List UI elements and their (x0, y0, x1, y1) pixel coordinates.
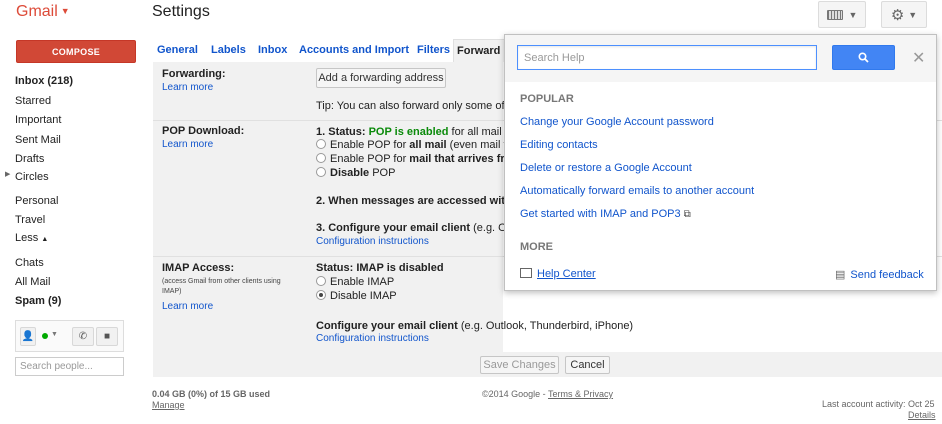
pop-configure-client: 3. Configure your email client (e.g. O (316, 222, 507, 234)
details-link[interactable]: Details (908, 410, 936, 420)
avatar[interactable]: 👤 (20, 327, 36, 346)
chevron-down-icon[interactable]: ▼ (51, 331, 58, 338)
radio-button-selected[interactable] (316, 290, 326, 300)
help-search-input[interactable] (517, 45, 817, 70)
imap-learn-more-link[interactable]: Learn more (162, 301, 213, 312)
tab-accounts-import[interactable]: Accounts and Import (299, 44, 409, 56)
help-center-link[interactable]: Help Center (520, 268, 596, 280)
nav-drafts[interactable]: Drafts (15, 153, 44, 165)
tab-filters[interactable]: Filters (417, 44, 450, 56)
search-icon (858, 52, 869, 63)
search-people-input[interactable] (15, 357, 124, 376)
tab-general[interactable]: General (157, 44, 198, 56)
nav-inbox[interactable]: Inbox (218) (15, 75, 73, 87)
pop-option-disable[interactable]: Disable POP (316, 167, 395, 179)
radio-button[interactable] (316, 276, 326, 286)
collapse-up-icon: ▲ (41, 236, 49, 243)
feedback-icon: ▤ (835, 269, 846, 281)
help-link-auto-forward[interactable]: Automatically forward emails to another … (520, 185, 754, 197)
help-header: ✕ (505, 35, 936, 82)
expand-arrow-icon[interactable]: ▶ (5, 170, 10, 178)
imap-option-enable[interactable]: Enable IMAP (316, 276, 394, 288)
help-center-icon (520, 268, 532, 278)
nav-less[interactable]: Less ▲ (15, 232, 48, 244)
forwarding-tip: Tip: You can also forward only some of y (316, 100, 514, 112)
send-feedback-link[interactable]: ▤ Send feedback (835, 268, 924, 281)
help-link-imap-pop3[interactable]: Get started with IMAP and POP3 ⧉ (520, 208, 691, 220)
chat-controls: 👤 ▼ ✆ ■ (15, 320, 124, 352)
pop-option-all-mail[interactable]: Enable POP for all mail (even mail th (316, 139, 513, 151)
imap-note: (access Gmail from other clients using I… (162, 278, 281, 295)
copyright: ©2014 Google - Terms & Privacy (482, 389, 614, 399)
help-link-change-password[interactable]: Change your Google Account password (520, 116, 714, 128)
input-tools-button[interactable]: ▼ (818, 1, 866, 28)
nav-chats[interactable]: Chats (15, 257, 44, 269)
radio-button[interactable] (316, 139, 326, 149)
help-link-delete-restore-account[interactable]: Delete or restore a Google Account (520, 162, 692, 174)
manage-storage-link[interactable]: Manage (152, 400, 185, 410)
tab-inbox[interactable]: Inbox (258, 44, 287, 56)
storage-usage: 0.04 GB (0%) of 15 GB used (152, 389, 271, 399)
help-search-button[interactable] (832, 45, 895, 70)
save-changes-button[interactable]: Save Changes (480, 356, 559, 374)
tab-labels[interactable]: Labels (211, 44, 246, 56)
nav-sent-mail[interactable]: Sent Mail (15, 134, 61, 146)
gear-icon: ⚙ (890, 6, 905, 24)
help-panel: ✕ POPULAR Change your Google Account pas… (504, 34, 937, 291)
nav-spam[interactable]: Spam (9) (15, 295, 61, 307)
chevron-down-icon: ▼ (848, 9, 858, 20)
help-popular-heading: POPULAR (520, 93, 574, 105)
pop-access-question: 2. When messages are accessed with (316, 195, 512, 207)
pop-learn-more-link[interactable]: Learn more (162, 139, 213, 150)
video-icon[interactable]: ■ (96, 327, 118, 346)
nav-travel[interactable]: Travel (15, 214, 45, 226)
compose-button[interactable]: COMPOSE (16, 40, 136, 63)
terms-privacy-link[interactable]: Terms & Privacy (548, 389, 613, 399)
tab-forwarding-pop-imap[interactable]: Forward (453, 39, 508, 62)
forwarding-learn-more-link[interactable]: Learn more (162, 82, 213, 93)
radio-button[interactable] (316, 167, 326, 177)
imap-option-disable[interactable]: Disable IMAP (316, 290, 397, 302)
help-link-editing-contacts[interactable]: Editing contacts (520, 139, 598, 151)
radio-button[interactable] (316, 153, 326, 163)
keyboard-icon (826, 9, 843, 20)
last-activity: Last account activity: Oct 25 (822, 399, 935, 409)
nav-starred[interactable]: Starred (15, 95, 51, 107)
chevron-down-icon: ▼ (60, 6, 70, 16)
status-online-icon[interactable] (42, 333, 48, 339)
imap-configure-client: Configure your email client (e.g. Outloo… (316, 320, 634, 332)
help-more-heading: MORE (520, 241, 553, 253)
add-forwarding-address-button[interactable]: Add a forwarding address (316, 68, 446, 88)
gmail-logo[interactable]: Gmail ▼ (16, 3, 70, 21)
close-icon[interactable]: ✕ (912, 48, 925, 68)
phone-icon[interactable]: ✆ (72, 327, 94, 346)
nav-important[interactable]: Important (15, 114, 61, 126)
imap-access-label: IMAP Access: (162, 262, 235, 274)
pop-option-new-mail[interactable]: Enable POP for mail that arrives fro (316, 153, 511, 165)
chevron-down-icon: ▼ (908, 9, 918, 20)
nav-personal[interactable]: Personal (15, 195, 58, 207)
forwarding-label: Forwarding: (162, 68, 226, 80)
cancel-button[interactable]: Cancel (565, 356, 610, 374)
pop-download-label: POP Download: (162, 125, 245, 137)
pop-status: 1. Status: POP is enabled for all mail t… (316, 126, 514, 138)
nav-circles[interactable]: Circles (15, 171, 49, 183)
pop-configuration-link[interactable]: Configuration instructions (316, 236, 429, 247)
imap-configuration-link[interactable]: Configuration instructions (316, 333, 429, 344)
external-link-icon: ⧉ (683, 209, 691, 220)
page-title: Settings (152, 3, 210, 20)
imap-status: Status: IMAP is disabled (316, 262, 444, 274)
settings-gear-button[interactable]: ⚙ ▼ (881, 1, 927, 28)
nav-all-mail[interactable]: All Mail (15, 276, 50, 288)
